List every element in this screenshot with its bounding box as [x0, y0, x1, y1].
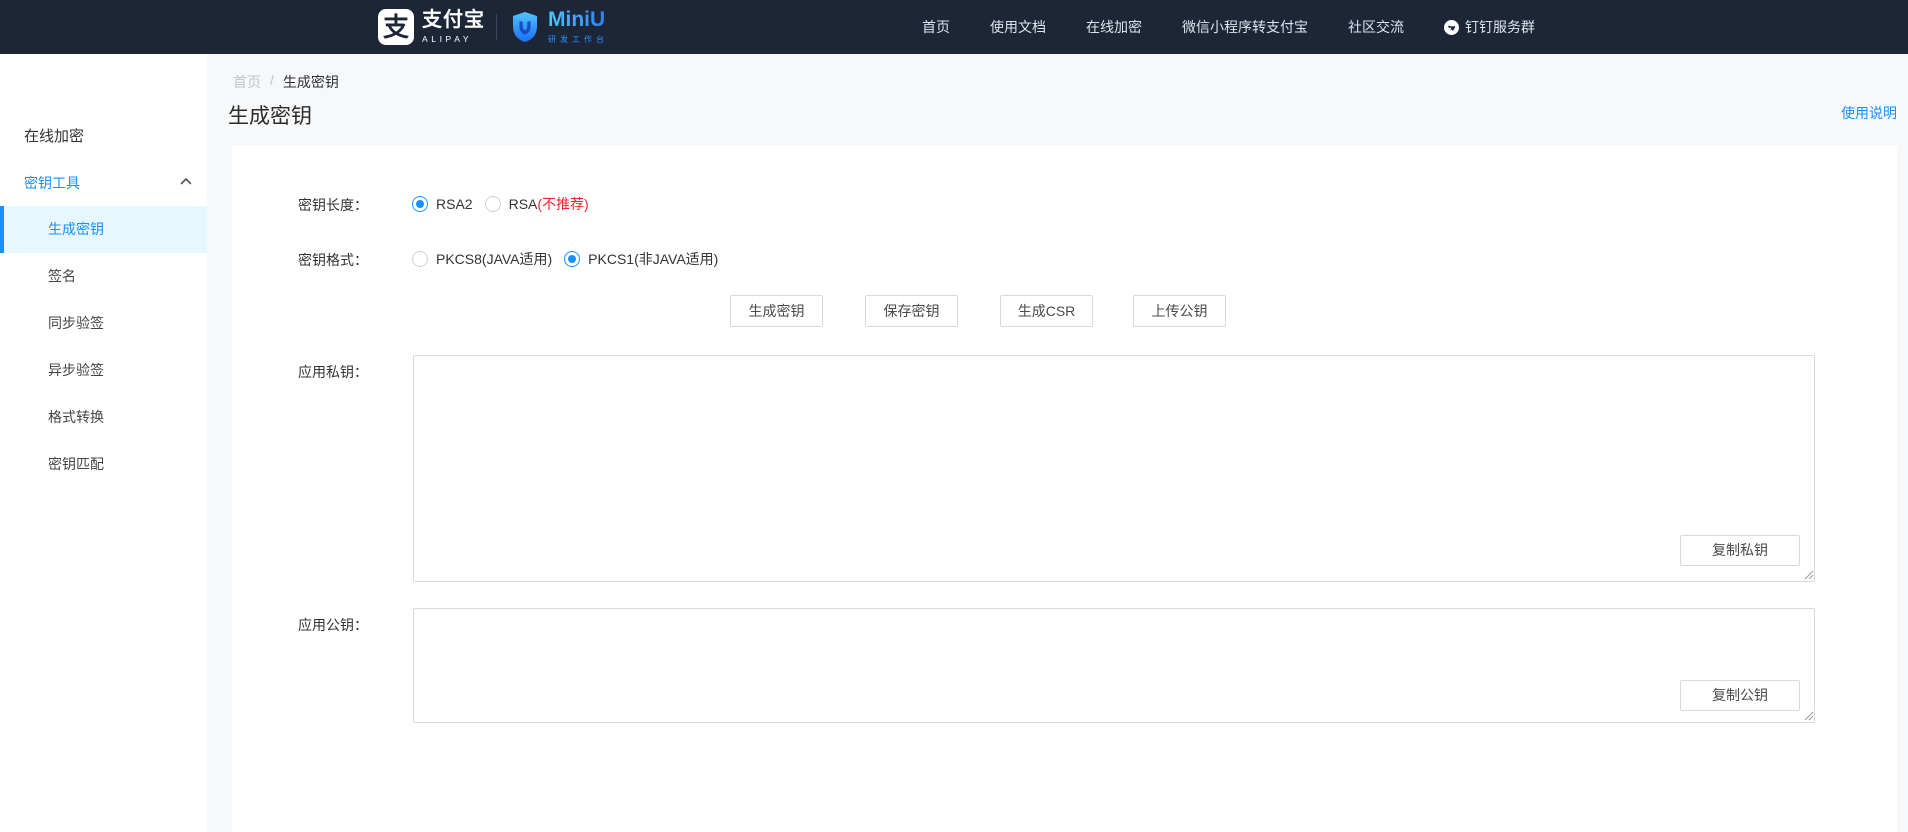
- sidebar-item-label: 密钥匹配: [48, 456, 104, 472]
- nav-item-community[interactable]: 社区交流: [1348, 17, 1404, 37]
- public-key-textarea[interactable]: [413, 608, 1815, 723]
- sidebar-item-label: 生成密钥: [48, 221, 104, 237]
- sidebar-item-label: 签名: [48, 268, 76, 284]
- active-indicator: [0, 206, 4, 253]
- alipay-logo-icon: 支: [378, 9, 414, 45]
- radio-option-rsa2[interactable]: RSA2: [412, 196, 473, 212]
- upload-public-key-button[interactable]: 上传公钥: [1133, 295, 1226, 327]
- nav-item-docs[interactable]: 使用文档: [990, 17, 1046, 37]
- sidebar-item-label: 同步验签: [48, 315, 104, 331]
- breadcrumb-current: 生成密钥: [283, 72, 339, 92]
- radio-label: PKCS1(非JAVA适用): [588, 249, 718, 269]
- nav-item-wechat-convert[interactable]: 微信小程序转支付宝: [1182, 17, 1308, 37]
- alipay-glyph: 支: [383, 14, 409, 40]
- brand-logo[interactable]: 支 支付宝 ALIPAY MiniU 研发工作台: [378, 0, 608, 54]
- generate-csr-button[interactable]: 生成CSR: [1000, 295, 1093, 327]
- breadcrumb-separator: /: [270, 72, 274, 92]
- radio-option-pkcs1[interactable]: PKCS1(非JAVA适用): [564, 249, 718, 269]
- key-format-label: 密钥格式：: [240, 250, 368, 270]
- alipay-name: 支付宝: [422, 10, 485, 31]
- sidebar-item-key-match[interactable]: 密钥匹配: [0, 441, 207, 488]
- sidebar-item-sync-verify[interactable]: 同步验签: [0, 300, 207, 347]
- private-key-label: 应用私钥：: [240, 362, 368, 382]
- textarea-resize-handle[interactable]: [1802, 709, 1814, 721]
- radio-label: PKCS8(JAVA适用): [436, 249, 552, 269]
- sidebar-item-sign[interactable]: 签名: [0, 253, 207, 300]
- miniu-shield-icon: [510, 11, 540, 43]
- chevron-up-icon: [180, 177, 192, 185]
- sidebar-item-format-convert[interactable]: 格式转换: [0, 394, 207, 441]
- nav-item-dingtalk-label: 钉钉服务群: [1465, 17, 1535, 37]
- radio-unchecked-icon: [485, 196, 501, 212]
- nav-item-dingtalk-group[interactable]: 钉钉服务群: [1444, 17, 1535, 37]
- radio-option-pkcs8[interactable]: PKCS8(JAVA适用): [412, 249, 552, 269]
- radio-checked-icon: [412, 196, 428, 212]
- top-nav: 首页 使用文档 在线加密 微信小程序转支付宝 社区交流 钉钉服务群: [922, 0, 1535, 54]
- miniu-caption: 研发工作台: [548, 34, 608, 45]
- sidebar-item-label: 异步验签: [48, 362, 104, 378]
- dingtalk-icon: [1444, 20, 1459, 35]
- radio-option-rsa[interactable]: RSA(不推荐): [485, 194, 589, 214]
- public-key-label: 应用公钥：: [240, 615, 368, 635]
- nav-item-home[interactable]: 首页: [922, 17, 950, 37]
- copy-public-key-button[interactable]: 复制公钥: [1680, 680, 1800, 711]
- key-length-label: 密钥长度：: [240, 195, 368, 215]
- page-title: 生成密钥: [228, 100, 312, 130]
- sidebar-group-key-tools[interactable]: 密钥工具: [0, 162, 207, 200]
- radio-label: RSA2: [436, 196, 473, 212]
- radio-label: RSA(不推荐): [509, 194, 589, 214]
- breadcrumb: 首页 / 生成密钥: [233, 72, 339, 92]
- sidebar-title: 在线加密: [24, 125, 84, 146]
- key-format-radio-group: PKCS8(JAVA适用) PKCS1(非JAVA适用): [412, 249, 718, 269]
- sidebar: 在线加密 密钥工具 生成密钥 签名 同步验签 异步验签 格式转换: [0, 54, 207, 832]
- sidebar-item-generate-key[interactable]: 生成密钥: [0, 206, 207, 253]
- app-root: 支 支付宝 ALIPAY MiniU 研发工作台: [0, 0, 1908, 832]
- radio-checked-icon: [564, 251, 580, 267]
- miniu-wordmark: MiniU 研发工作台: [548, 9, 608, 45]
- key-length-radio-group: RSA2 RSA(不推荐): [412, 194, 589, 214]
- sidebar-item-async-verify[interactable]: 异步验签: [0, 347, 207, 394]
- sidebar-group-label: 密钥工具: [24, 173, 80, 193]
- generate-key-button[interactable]: 生成密钥: [730, 295, 823, 327]
- textarea-resize-handle[interactable]: [1802, 568, 1814, 580]
- sidebar-menu: 生成密钥 签名 同步验签 异步验签 格式转换 密钥匹配: [0, 206, 207, 488]
- private-key-textarea[interactable]: [413, 355, 1815, 582]
- alipay-caption: ALIPAY: [422, 34, 485, 44]
- breadcrumb-home-link[interactable]: 首页: [233, 72, 261, 92]
- top-header: 支 支付宝 ALIPAY MiniU 研发工作台: [0, 0, 1908, 54]
- not-recommended-warning: (不推荐): [537, 196, 588, 212]
- sidebar-item-label: 格式转换: [48, 409, 104, 425]
- alipay-wordmark: 支付宝 ALIPAY: [422, 10, 485, 44]
- miniu-name: MiniU: [548, 9, 608, 31]
- brand-divider: [496, 14, 497, 40]
- save-key-button[interactable]: 保存密钥: [865, 295, 958, 327]
- usage-help-link[interactable]: 使用说明: [1841, 103, 1897, 123]
- radio-unchecked-icon: [412, 251, 428, 267]
- nav-item-online-encrypt[interactable]: 在线加密: [1086, 17, 1142, 37]
- copy-private-key-button[interactable]: 复制私钥: [1680, 535, 1800, 566]
